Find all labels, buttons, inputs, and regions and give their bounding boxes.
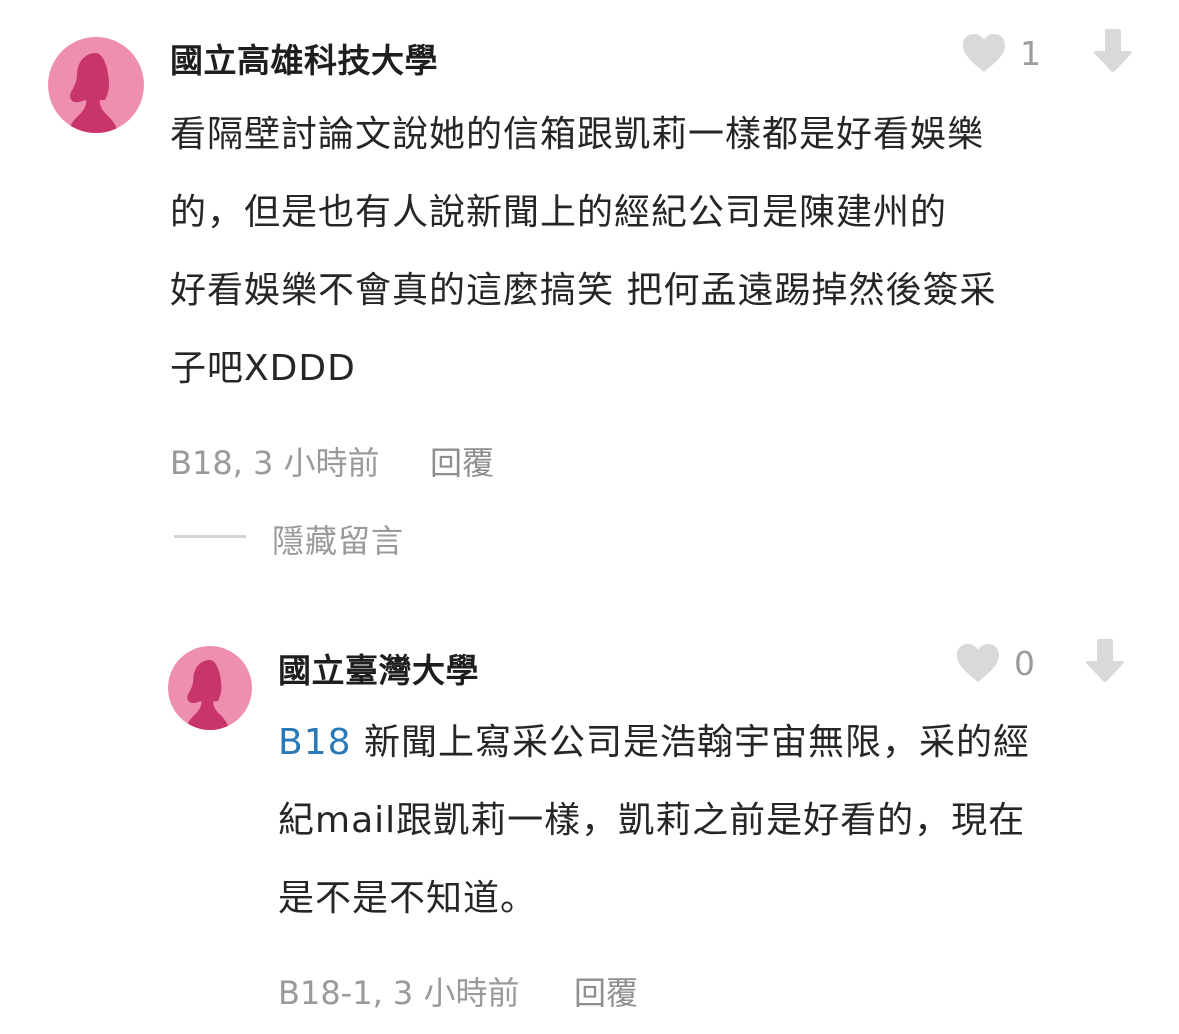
comment-actions: 1: [962, 28, 1133, 78]
comment-actions: 0: [956, 638, 1125, 688]
comment-line: B18 新聞上寫采公司是浩翰宇宙無限，采的經: [278, 704, 1148, 782]
avatar-silhouette-icon: [68, 53, 118, 133]
like-count: 1: [1020, 33, 1041, 73]
like-count: 0: [1014, 643, 1035, 683]
divider: [174, 535, 246, 538]
comment-line: 好看娛樂不會真的這麼搞笑 把何孟遠踢掉然後簽采: [170, 270, 997, 311]
downvote-button[interactable]: [1093, 29, 1133, 77]
avatar[interactable]: [48, 37, 144, 133]
comment-meta: B18-1, 3 小時前: [278, 974, 520, 1012]
comment-line: 是不是不知道。: [278, 878, 538, 919]
avatar[interactable]: [168, 646, 252, 730]
comment-line: 看隔壁討論文說她的信箱跟凱莉一樣都是好看娛樂: [170, 114, 985, 155]
comment-line-text: 新聞上寫采公司是浩翰宇宙無限，采的經: [351, 722, 1030, 763]
heart-icon: [957, 644, 999, 682]
comment-meta: B18, 3 小時前: [170, 444, 380, 482]
avatar-silhouette-icon: [185, 660, 230, 730]
reply-button[interactable]: 回覆: [574, 968, 638, 1014]
reply-button[interactable]: 回覆: [430, 438, 494, 484]
comment-author: 國立高雄科技大學: [170, 41, 438, 80]
comment-author: 國立臺灣大學: [278, 651, 479, 690]
comment-body: B18 新聞上寫采公司是浩翰宇宙無限，采的經 紀mail跟凱莉一樣，凱莉之前是好…: [278, 704, 1148, 938]
comment-body: 看隔壁討論文說她的信箱跟凱莉一樣都是好看娛樂 的，但是也有人說新聞上的經紀公司是…: [170, 96, 1130, 408]
comment-line: 紀mail跟凱莉一樣，凱莉之前是好看的，現在: [278, 800, 1026, 841]
comment-line: 子吧XDDD: [170, 348, 356, 389]
like-button[interactable]: 1: [962, 33, 1041, 73]
arrow-down-icon: [1094, 29, 1132, 72]
heart-icon: [963, 34, 1005, 72]
hide-comments-button[interactable]: 隱藏留言: [272, 516, 404, 562]
arrow-down-icon: [1086, 639, 1124, 682]
reply-reference-link[interactable]: B18: [278, 722, 352, 763]
like-button[interactable]: 0: [956, 643, 1035, 683]
downvote-button[interactable]: [1085, 639, 1125, 687]
comment-line: 的，但是也有人說新聞上的經紀公司是陳建州的: [170, 192, 948, 233]
